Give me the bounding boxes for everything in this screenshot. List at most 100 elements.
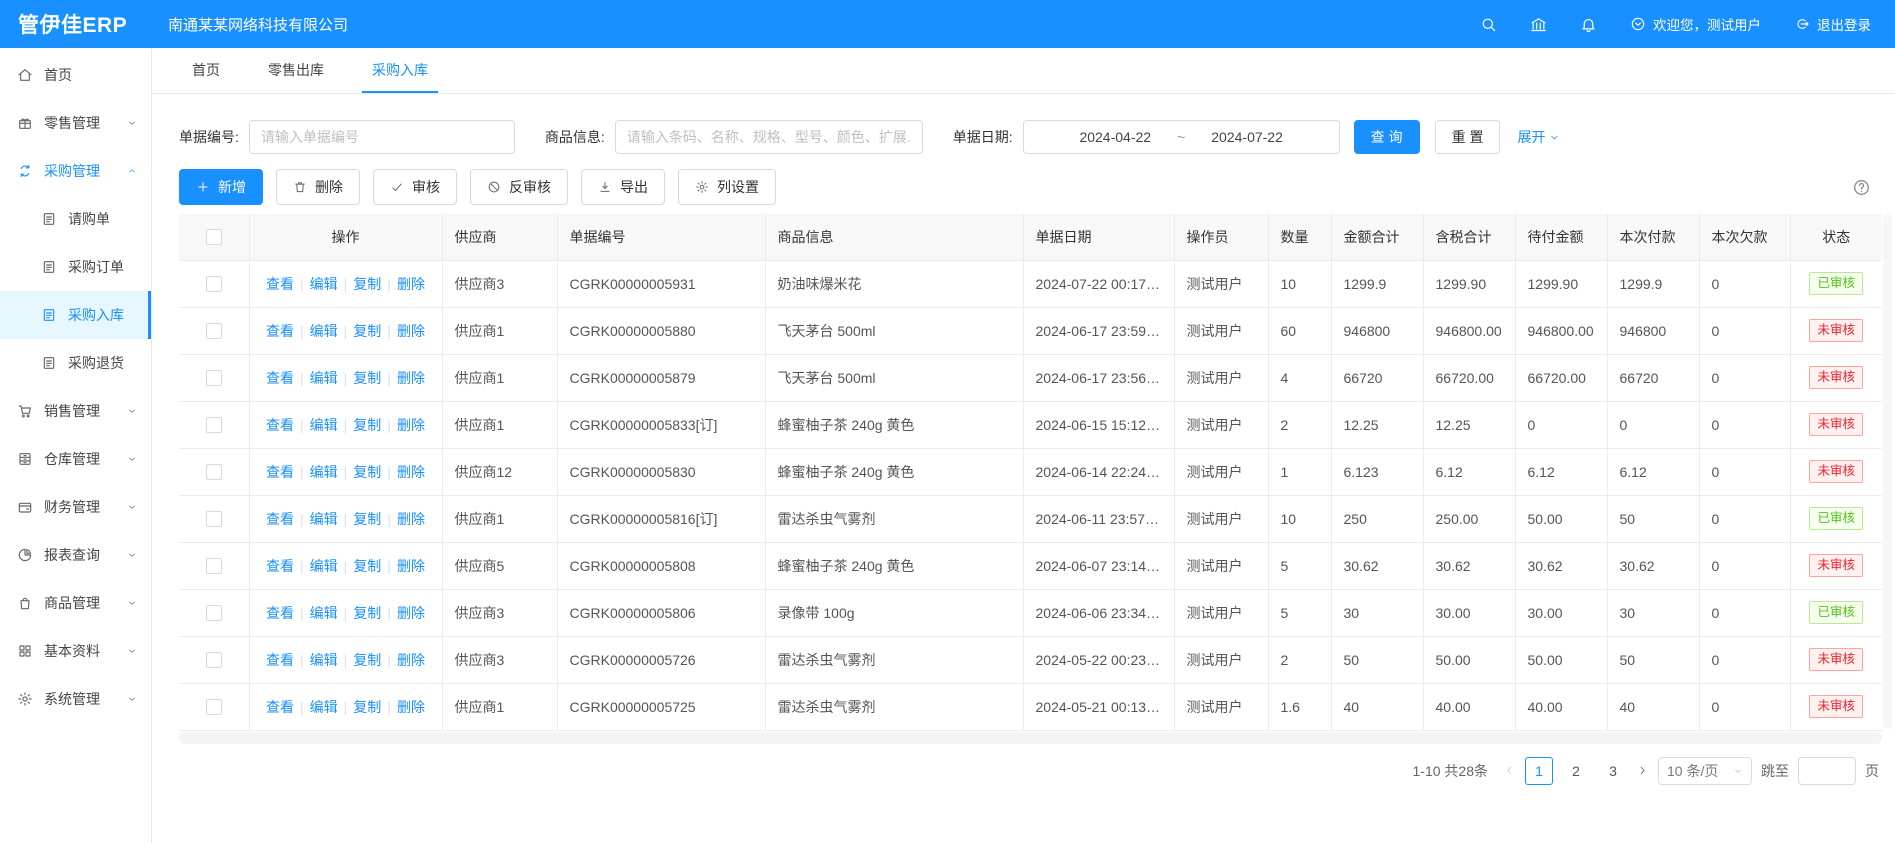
row-checkbox[interactable] [206, 652, 222, 668]
page-button-3[interactable]: 3 [1599, 757, 1627, 785]
search-button[interactable]: 查 询 [1354, 120, 1420, 154]
sidebar-item-4[interactable]: 采购订单 [0, 243, 151, 291]
action-copy-link[interactable]: 复制 [353, 464, 381, 480]
action-edit-link[interactable]: 编辑 [310, 417, 338, 433]
toolbar-button-2[interactable]: 审核 [373, 169, 457, 205]
date-range-picker[interactable]: 2024-04-22 ~ 2024-07-22 [1023, 120, 1340, 154]
action-view-link[interactable]: 查看 [266, 276, 294, 292]
row-checkbox[interactable] [206, 558, 222, 574]
action-view-link[interactable]: 查看 [266, 699, 294, 715]
action-edit-link[interactable]: 编辑 [310, 464, 338, 480]
action-edit-link[interactable]: 编辑 [310, 605, 338, 621]
tab-0[interactable]: 首页 [182, 48, 230, 93]
user-menu[interactable]: 欢迎您，测试用户 [1630, 14, 1761, 34]
page-size-select[interactable]: 10 条/页 [1658, 757, 1752, 785]
row-checkbox[interactable] [206, 464, 222, 480]
row-checkbox[interactable] [206, 276, 222, 292]
action-copy-link[interactable]: 复制 [353, 558, 381, 574]
paid-cell: 30.62 [1607, 542, 1699, 589]
action-delete-link[interactable]: 删除 [397, 558, 425, 574]
action-delete-link[interactable]: 删除 [397, 652, 425, 668]
sidebar-item-2[interactable]: 采购管理 [0, 147, 151, 195]
row-checkbox[interactable] [206, 605, 222, 621]
expand-link[interactable]: 展开 [1517, 127, 1560, 147]
action-copy-link[interactable]: 复制 [353, 699, 381, 715]
action-view-link[interactable]: 查看 [266, 464, 294, 480]
prev-page-icon[interactable] [1503, 764, 1516, 777]
logout-button[interactable]: 退出登录 [1794, 14, 1871, 34]
action-view-link[interactable]: 查看 [266, 605, 294, 621]
action-view-link[interactable]: 查看 [266, 417, 294, 433]
sidebar-item-1[interactable]: 零售管理 [0, 99, 151, 147]
action-copy-link[interactable]: 复制 [353, 276, 381, 292]
action-copy-link[interactable]: 复制 [353, 417, 381, 433]
page-button-1[interactable]: 1 [1525, 757, 1553, 785]
sidebar-item-13[interactable]: 系统管理 [0, 675, 151, 723]
vertical-scrollbar[interactable] [1883, 214, 1892, 729]
row-checkbox[interactable] [206, 370, 222, 386]
row-checkbox[interactable] [206, 699, 222, 715]
tab-2[interactable]: 采购入库 [362, 48, 438, 93]
action-copy-link[interactable]: 复制 [353, 605, 381, 621]
action-copy-link[interactable]: 复制 [353, 511, 381, 527]
sidebar-item-9[interactable]: 财务管理 [0, 483, 151, 531]
action-view-link[interactable]: 查看 [266, 323, 294, 339]
app-logo[interactable]: 管伊佳ERP [0, 9, 150, 39]
action-edit-link[interactable]: 编辑 [310, 652, 338, 668]
toolbar-button-4[interactable]: 导出 [581, 169, 665, 205]
next-page-icon[interactable] [1636, 764, 1649, 777]
jump-page-input[interactable] [1798, 757, 1856, 785]
tab-1[interactable]: 零售出库 [258, 48, 334, 93]
row-checkbox[interactable] [206, 511, 222, 527]
action-delete-link[interactable]: 删除 [397, 511, 425, 527]
sidebar-item-3[interactable]: 请购单 [0, 195, 151, 243]
action-delete-link[interactable]: 删除 [397, 699, 425, 715]
page-button-2[interactable]: 2 [1562, 757, 1590, 785]
action-edit-link[interactable]: 编辑 [310, 323, 338, 339]
action-copy-link[interactable]: 复制 [353, 652, 381, 668]
toolbar-button-5[interactable]: 列设置 [678, 169, 776, 205]
action-copy-link[interactable]: 复制 [353, 323, 381, 339]
date-cell: 2024-06-07 23:14:55 [1023, 542, 1174, 589]
sidebar-item-8[interactable]: 仓库管理 [0, 435, 151, 483]
sidebar-item-12[interactable]: 基本资料 [0, 627, 151, 675]
sidebar-item-10[interactable]: 报表查询 [0, 531, 151, 579]
column-header-8: 含税合计 [1423, 214, 1515, 260]
toolbar-button-3[interactable]: 反审核 [470, 169, 568, 205]
row-checkbox[interactable] [206, 417, 222, 433]
bell-icon[interactable] [1580, 16, 1597, 33]
help-icon[interactable] [1852, 178, 1871, 197]
action-view-link[interactable]: 查看 [266, 370, 294, 386]
action-delete-link[interactable]: 删除 [397, 464, 425, 480]
horizontal-scrollbar[interactable] [179, 732, 1882, 744]
sidebar-item-7[interactable]: 销售管理 [0, 387, 151, 435]
status-badge: 已审核 [1809, 507, 1863, 530]
action-edit-link[interactable]: 编辑 [310, 370, 338, 386]
toolbar-button-1[interactable]: 删除 [276, 169, 360, 205]
action-view-link[interactable]: 查看 [266, 558, 294, 574]
doc-no-input[interactable] [249, 120, 515, 154]
reset-button[interactable]: 重 置 [1435, 120, 1501, 154]
sidebar-item-5[interactable]: 采购入库 [0, 291, 151, 339]
action-edit-link[interactable]: 编辑 [310, 511, 338, 527]
action-edit-link[interactable]: 编辑 [310, 558, 338, 574]
toolbar-button-0[interactable]: 新增 [179, 169, 263, 205]
select-all-checkbox[interactable] [206, 229, 222, 245]
product-info-input[interactable] [615, 120, 923, 154]
action-edit-link[interactable]: 编辑 [310, 699, 338, 715]
action-view-link[interactable]: 查看 [266, 652, 294, 668]
sidebar-item-11[interactable]: 商品管理 [0, 579, 151, 627]
action-delete-link[interactable]: 删除 [397, 370, 425, 386]
bank-icon[interactable] [1530, 16, 1547, 33]
action-edit-link[interactable]: 编辑 [310, 276, 338, 292]
sidebar-item-0[interactable]: 首页 [0, 51, 151, 99]
action-view-link[interactable]: 查看 [266, 511, 294, 527]
sidebar-item-6[interactable]: 采购退货 [0, 339, 151, 387]
row-checkbox[interactable] [206, 323, 222, 339]
action-copy-link[interactable]: 复制 [353, 370, 381, 386]
action-delete-link[interactable]: 删除 [397, 605, 425, 621]
action-delete-link[interactable]: 删除 [397, 276, 425, 292]
search-icon[interactable] [1480, 16, 1497, 33]
action-delete-link[interactable]: 删除 [397, 323, 425, 339]
action-delete-link[interactable]: 删除 [397, 417, 425, 433]
